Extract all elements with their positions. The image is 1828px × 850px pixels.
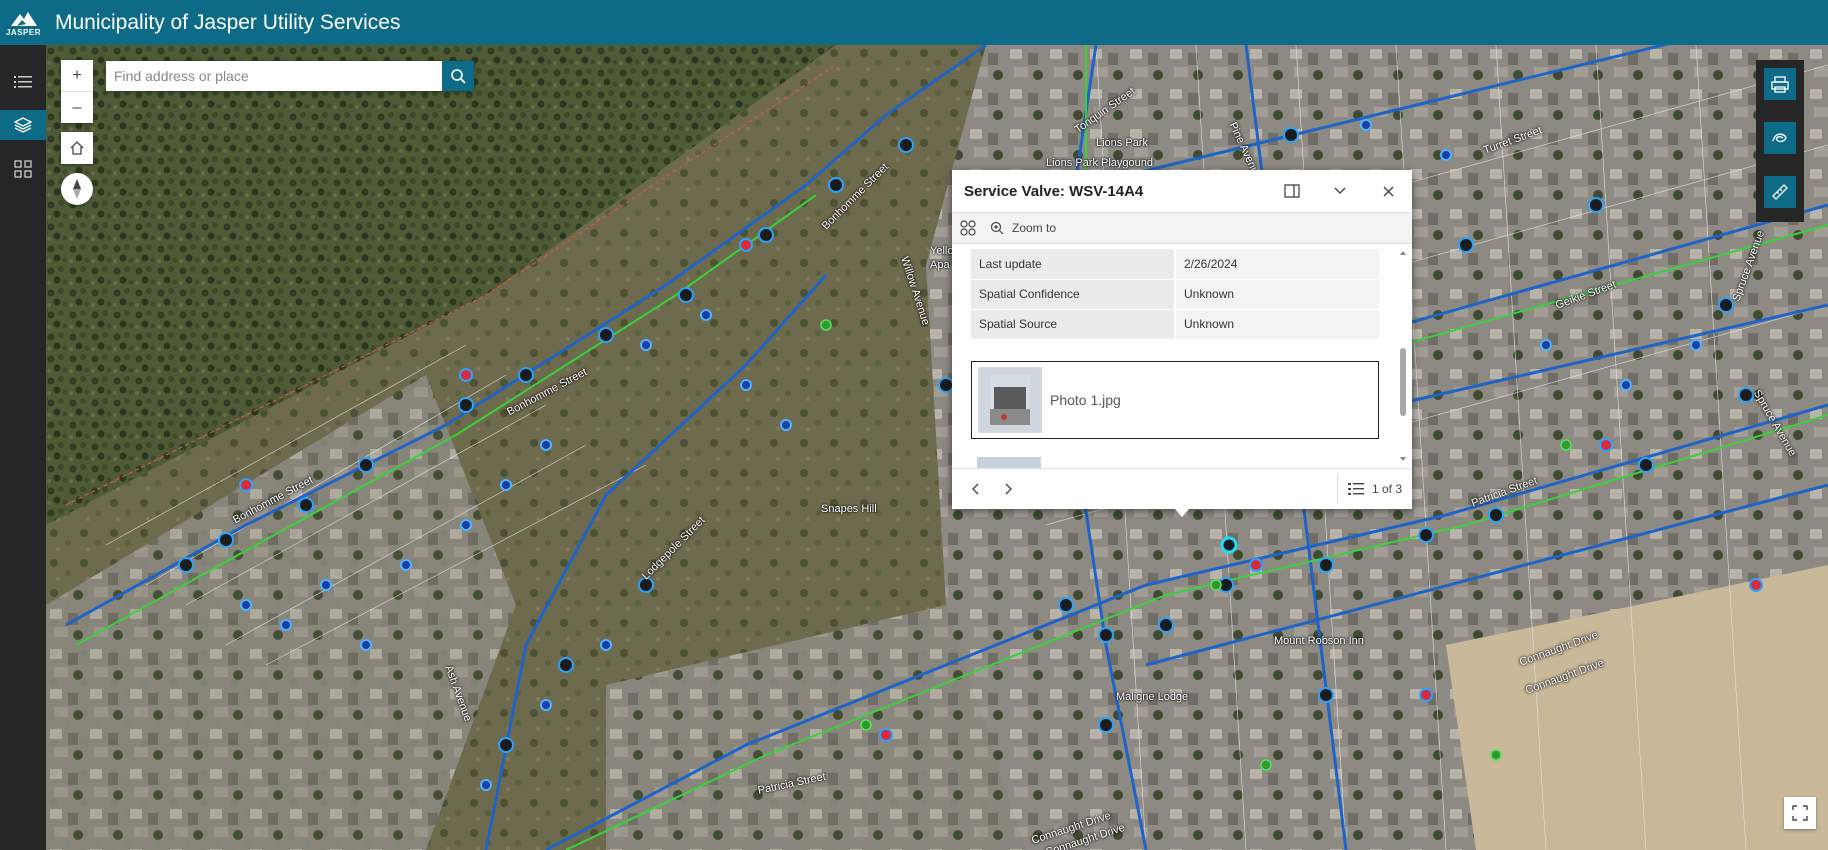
feature-pager[interactable]: 1 of 3	[1336, 474, 1412, 504]
search-icon	[451, 69, 466, 84]
attachment-thumbnail	[978, 367, 1042, 433]
attribute-value: Unknown	[1175, 309, 1379, 340]
place-label: Maligne Lodge	[1116, 691, 1189, 703]
popup-content[interactable]: Last update 2/26/2024 Spatial Confidence…	[952, 244, 1412, 468]
place-label: Lions Park Playgound	[1046, 157, 1154, 169]
grid-icon	[14, 160, 32, 178]
popup-header: Service Valve: WSV-14A4	[952, 170, 1412, 212]
map-view[interactable]: Lions Park Lions Park Playgound Snapes H…	[46, 45, 1828, 850]
place-label: Lions Park	[1096, 137, 1148, 149]
pager-text: 1 of 3	[1371, 482, 1402, 496]
search-widget	[106, 61, 474, 91]
attribute-key: Spatial Confidence	[971, 279, 1176, 310]
close-button[interactable]	[1364, 170, 1412, 212]
sidebar	[0, 45, 46, 850]
zoom-in-button[interactable]: +	[61, 60, 93, 91]
dock-button[interactable]	[1268, 170, 1316, 212]
table-row: Last update 2/26/2024	[971, 249, 1379, 280]
dock-icon	[1284, 184, 1300, 198]
attribute-key: Spatial Source	[971, 309, 1176, 340]
zoom-to-label: Zoom to	[1012, 221, 1057, 235]
place-label: Yello	[930, 245, 954, 257]
app-title: Municipality of Jasper Utility Services	[55, 10, 401, 34]
compass-button[interactable]	[61, 173, 93, 205]
layers-icon	[14, 117, 32, 133]
popup-scrollbar[interactable]	[1397, 248, 1409, 464]
place-label: Mount Robson Inn	[1274, 635, 1364, 647]
photo-thumbnail-icon	[990, 375, 1030, 425]
table-row: Spatial Confidence Unknown	[971, 279, 1379, 310]
feature-list-icon	[1347, 483, 1364, 495]
attribute-key: Last update	[971, 249, 1176, 280]
satellite-basemap	[46, 45, 1828, 850]
popup-footer: 1 of 3	[952, 468, 1412, 509]
attachment-name: Photo 1.jpg	[1050, 392, 1121, 408]
list-icon	[14, 76, 32, 88]
search-input[interactable]	[106, 61, 442, 91]
attribute-value: 2/26/2024	[1175, 249, 1379, 280]
measure-button[interactable]	[1764, 176, 1796, 208]
chevron-right-icon	[1005, 483, 1012, 495]
print-icon	[1771, 76, 1789, 93]
chevron-left-icon	[972, 483, 979, 495]
ruler-icon	[1772, 184, 1788, 200]
layer-list-button[interactable]	[0, 67, 46, 97]
plus-icon: +	[72, 66, 82, 84]
layers-button[interactable]	[0, 110, 46, 140]
popup-actions: Zoom to	[952, 212, 1412, 244]
close-icon	[1383, 186, 1393, 196]
mountain-logo-icon	[10, 11, 37, 26]
attachment-item[interactable]: Photo 1.jpg	[971, 361, 1379, 439]
basemap-gallery-button[interactable]	[0, 154, 46, 184]
chevron-down-icon	[1334, 187, 1346, 194]
minus-icon: –	[72, 98, 82, 116]
next-feature-button[interactable]	[992, 473, 1024, 505]
sketch-icon	[1772, 133, 1787, 143]
popup-title: Service Valve: WSV-14A4	[964, 182, 1144, 200]
previous-feature-button[interactable]	[960, 473, 992, 505]
sketch-button[interactable]	[1764, 122, 1796, 154]
home-button[interactable]	[61, 132, 93, 164]
attachment-item[interactable]	[971, 451, 1379, 468]
selected-valve-marker[interactable]	[1220, 536, 1238, 554]
search-button[interactable]	[442, 61, 474, 91]
place-label: Snapes Hill	[821, 503, 877, 515]
actions-menu-icon[interactable]	[960, 220, 976, 236]
collapse-button[interactable]	[1316, 170, 1364, 212]
right-toolbar	[1756, 60, 1804, 222]
attribute-table: Last update 2/26/2024 Spatial Confidence…	[971, 249, 1379, 340]
popup-pointer	[1175, 509, 1189, 517]
table-row: Spatial Source Unknown	[971, 309, 1379, 340]
compass-icon	[73, 179, 81, 199]
zoom-control: + –	[61, 60, 93, 123]
zoom-to-button[interactable]: Zoom to	[990, 221, 1056, 235]
print-button[interactable]	[1764, 68, 1796, 100]
place-label: Apa	[930, 259, 950, 271]
feature-popup: Service Valve: WSV-14A4 Zoom to Last upd…	[952, 170, 1412, 509]
zoom-in-icon	[990, 221, 1004, 235]
zoom-out-button[interactable]: –	[61, 92, 93, 123]
fullscreen-icon	[1792, 805, 1808, 821]
jasper-logo[interactable]: JASPER	[0, 0, 47, 45]
photo-thumbnail-icon	[977, 457, 1041, 468]
scrollbar-thumb[interactable]	[1400, 348, 1406, 416]
attribute-value: Unknown	[1175, 279, 1379, 310]
app-header: JASPER Municipality of Jasper Utility Se…	[0, 0, 1828, 45]
fullscreen-button[interactable]	[1784, 797, 1816, 829]
home-icon	[70, 141, 84, 155]
logo-text: JASPER	[5, 27, 41, 37]
